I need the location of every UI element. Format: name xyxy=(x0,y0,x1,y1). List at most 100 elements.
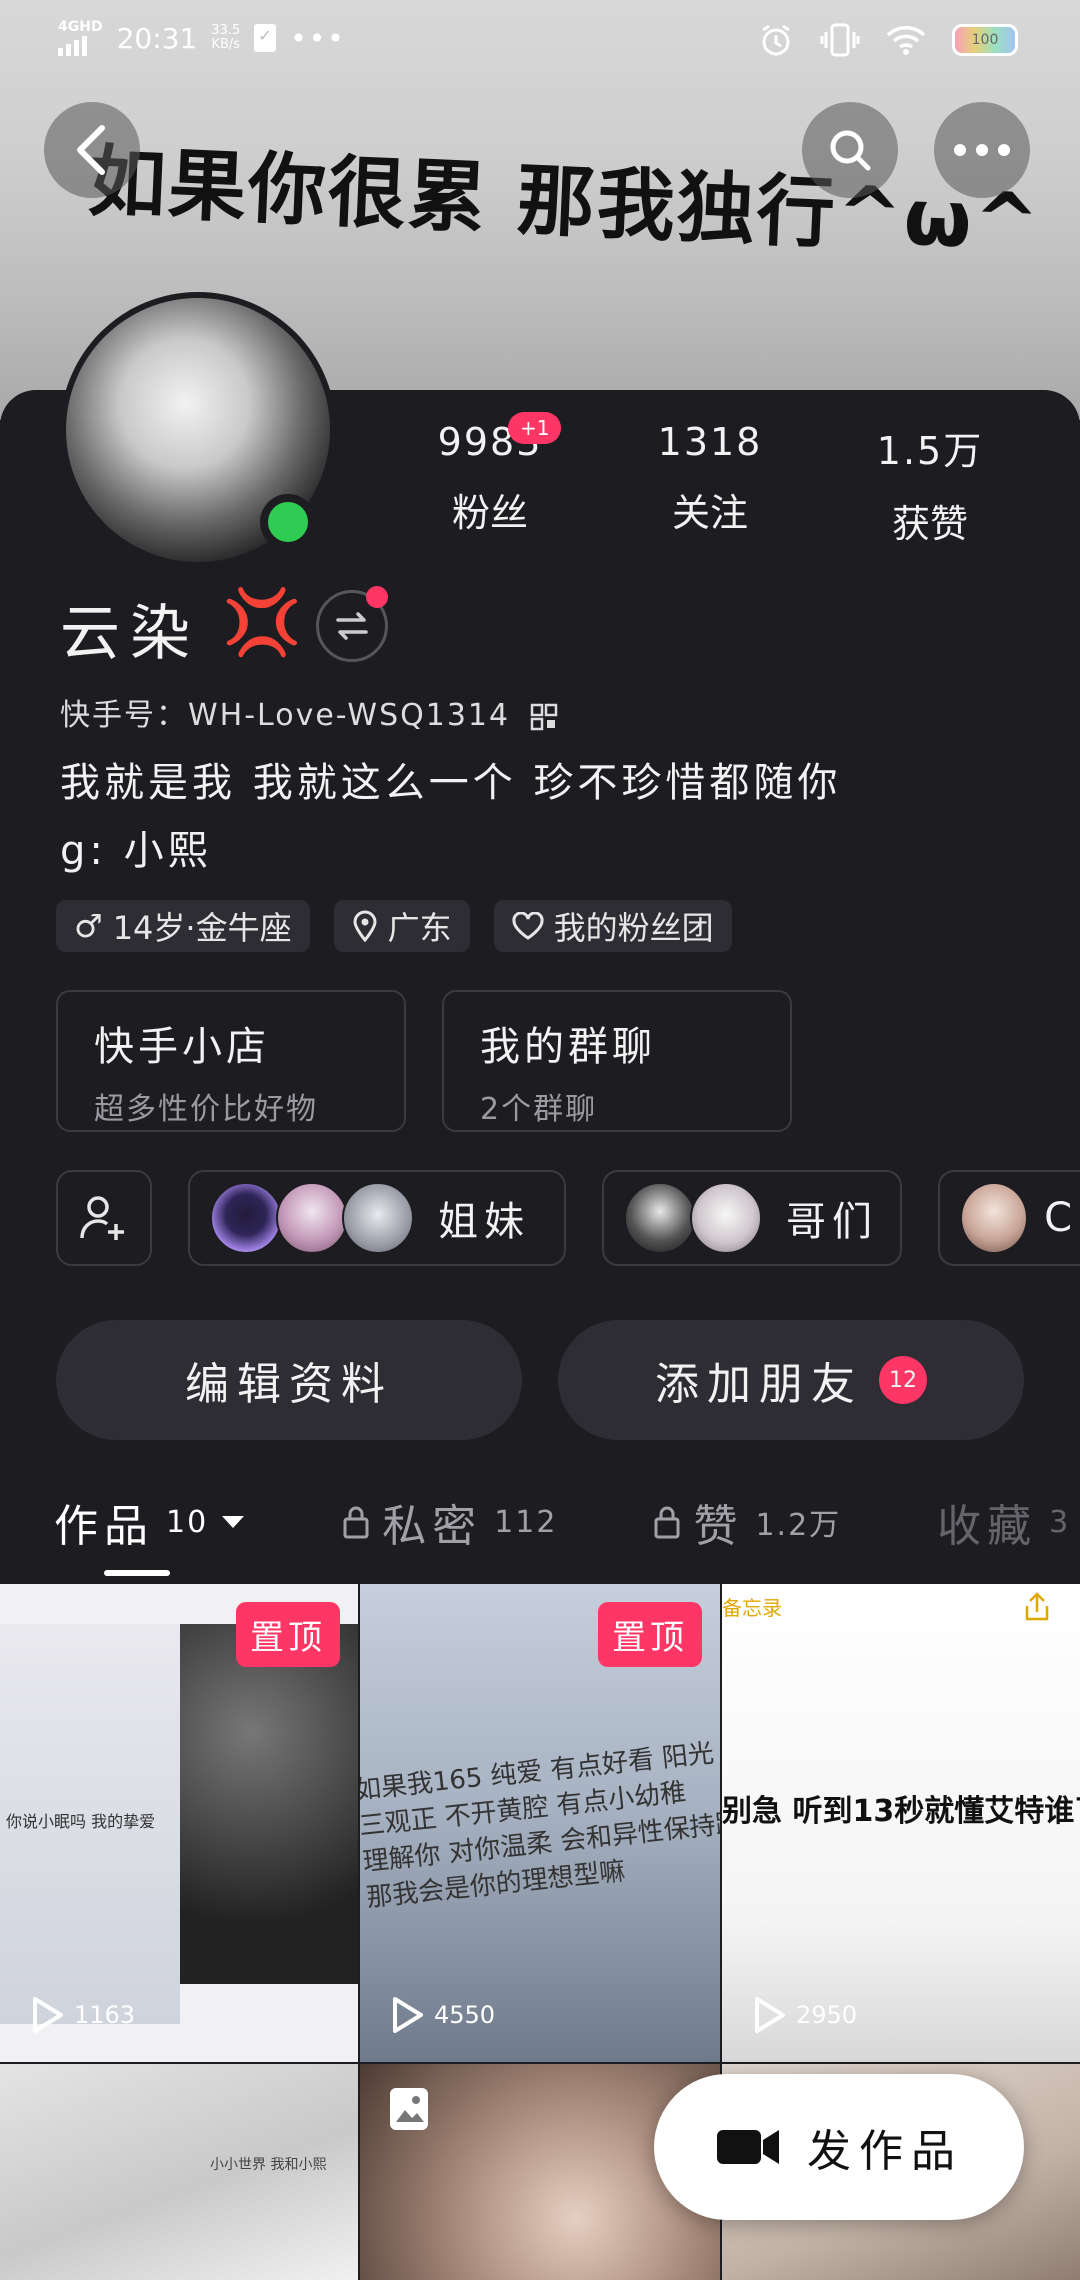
video-thumbnail[interactable]: 如果我165 纯爱 有点好看 阳光 三观正 不开黄腔 有点小幼稚 理解你 对你温… xyxy=(360,1584,720,2062)
shop-subtitle: 超多性价比好物 xyxy=(94,1092,318,1127)
video-thumbnail[interactable]: 你说小眠吗 我的挚爱 置顶 1163 xyxy=(0,1584,358,2062)
alarm-icon xyxy=(762,24,790,56)
likes-count: 1.5万 xyxy=(876,429,984,473)
group-label: 哥们 xyxy=(786,1199,878,1245)
group-sisters[interactable]: 姐妹 xyxy=(188,1170,566,1266)
group-avatar xyxy=(342,1182,414,1254)
play-count: 2950 xyxy=(752,1996,857,2034)
shop-entry[interactable]: 快手小店 超多性价比好物 xyxy=(56,990,406,1132)
net-speed-unit: KB/s xyxy=(211,37,241,52)
group-avatar xyxy=(276,1182,348,1254)
more-notifications-icon: ••• xyxy=(290,21,346,55)
group-avatar xyxy=(624,1182,696,1254)
play-count-value: 4550 xyxy=(434,2001,496,2029)
bio-line-2: g: 小熙 xyxy=(60,828,212,874)
vibrate-icon xyxy=(820,23,860,57)
tag-location-text: 广东 xyxy=(387,909,452,947)
anger-emoji-icon: 💢 xyxy=(222,586,302,660)
tab-liked-count: 1.2万 xyxy=(755,1508,842,1543)
stat-followers[interactable]: 9983 粉丝 +1 xyxy=(380,412,600,548)
stat-likes[interactable]: 1.5万 获赞 xyxy=(820,420,1040,548)
lock-icon xyxy=(343,1506,369,1539)
tab-private-count: 112 xyxy=(494,1504,558,1540)
group-chat-subtitle: 2个群聊 xyxy=(480,1092,598,1127)
back-button[interactable] xyxy=(44,102,140,198)
pinned-badge: 置顶 xyxy=(236,1602,340,1667)
more-icon xyxy=(954,144,1010,156)
search-button[interactable] xyxy=(802,102,898,198)
memo-header: 备忘录 xyxy=(722,1596,782,1620)
add-friend-button[interactable]: 添加朋友 12 xyxy=(558,1320,1024,1440)
back-arrow-icon xyxy=(77,125,105,175)
switch-account-notification-dot xyxy=(366,586,388,608)
swap-icon xyxy=(336,612,368,640)
tab-favorites[interactable]: 收藏 3 xyxy=(937,1490,1070,1554)
net-speed-value: 33.5 xyxy=(211,23,241,38)
video-caption: 你说小眠吗 我的挚爱 xyxy=(6,1812,156,1831)
friend-groups: 姐妹 哥们 C xyxy=(56,1170,1080,1266)
group-avatar xyxy=(690,1182,762,1254)
group-avatar xyxy=(960,1182,1029,1254)
tag-fan-club-text: 我的粉丝团 xyxy=(553,909,714,947)
tab-private-label: 私密 xyxy=(382,1501,483,1552)
stat-following[interactable]: 1318 关注 xyxy=(600,420,820,548)
lock-icon xyxy=(654,1506,680,1539)
stats-row: 9983 粉丝 +1 1318 关注 1.5万 获赞 xyxy=(380,412,1040,548)
tag-location[interactable]: 广东 xyxy=(333,900,470,952)
play-count: 4550 xyxy=(390,1996,495,2034)
add-friend-badge: 12 xyxy=(879,1356,927,1404)
likes-label: 获赞 xyxy=(891,502,968,546)
tab-liked[interactable]: 赞 1.2万 xyxy=(653,1490,841,1554)
net-speed: 33.5 KB/s xyxy=(211,24,240,52)
tag-fan-club[interactable]: 我的粉丝团 xyxy=(493,900,732,952)
post-work-button[interactable]: 发作品 xyxy=(654,2074,1024,2220)
edit-profile-button[interactable]: 编辑资料 xyxy=(56,1320,522,1440)
group-chat-title: 我的群聊 xyxy=(480,1024,656,1070)
post-work-label: 发作品 xyxy=(807,2126,963,2177)
group-chat-entry[interactable]: 我的群聊 2个群聊 xyxy=(442,990,792,1132)
play-icon xyxy=(755,1997,785,2033)
group-label: C xyxy=(1044,1195,1078,1241)
tag-age[interactable]: ♂ 14岁·金牛座 xyxy=(56,900,310,952)
tab-works-count: 10 xyxy=(166,1504,209,1540)
profile-tags: ♂ 14岁·金牛座 广东 我的粉丝团 xyxy=(56,900,732,952)
tag-age-text: 14岁·金牛座 xyxy=(112,909,292,947)
bio-line-1: 我就是我 我就这么一个 珍不珍惜都随你 xyxy=(60,760,842,806)
group-brothers[interactable]: 哥们 xyxy=(602,1170,902,1266)
edit-profile-label: 编辑资料 xyxy=(185,1359,393,1410)
clipboard-icon xyxy=(254,24,277,52)
video-caption: 别急 听到13秒就懂艾特谁了 xyxy=(722,1794,1080,1829)
profile-name: 云染 xyxy=(60,599,200,669)
group-third[interactable]: C xyxy=(938,1170,1080,1266)
play-icon xyxy=(393,1997,423,2033)
add-friend-label: 添加朋友 xyxy=(655,1359,863,1410)
video-thumbnail[interactable]: 备忘录 别急 听到13秒就懂艾特谁了 2950 xyxy=(722,1584,1080,2062)
pinned-badge: 置顶 xyxy=(598,1602,702,1667)
thumb-right-panel xyxy=(180,1624,358,1984)
chevron-down-icon xyxy=(222,1516,245,1528)
followers-label: 粉丝 xyxy=(451,491,528,535)
group-avatar xyxy=(210,1182,282,1254)
group-label: 姐妹 xyxy=(438,1199,530,1245)
heart-icon xyxy=(512,912,544,940)
add-group-button[interactable] xyxy=(56,1170,152,1266)
status-bar: 4GHD 20:31 33.5 KB/s ••• 100 xyxy=(0,0,1080,80)
share-icon xyxy=(1025,1592,1049,1621)
male-icon: ♂ xyxy=(74,907,103,945)
more-button[interactable] xyxy=(934,102,1030,198)
clock: 20:31 xyxy=(116,21,198,55)
tab-private[interactable]: 私密 112 xyxy=(342,1490,557,1554)
tab-works[interactable]: 作品 10 xyxy=(54,1490,246,1554)
banner-text: 如果你很累 那我独行^ω^ xyxy=(86,137,1043,269)
photo-icon xyxy=(390,2088,428,2130)
kuaishou-id-text: 快手号：WH-Love-WSQ1314 xyxy=(60,698,511,733)
video-caption: 小小世界 我和小熙 xyxy=(210,2157,327,2173)
add-user-icon xyxy=(80,1196,124,1240)
active-tab-indicator xyxy=(104,1570,170,1576)
content-tabs: 作品 10 私密 112 赞 1.2万 收藏 3 xyxy=(54,1490,1080,1554)
search-icon xyxy=(830,130,871,171)
qr-code-icon xyxy=(530,703,557,730)
video-thumbnail[interactable]: 小小世界 我和小熙 xyxy=(0,2064,358,2280)
kuaishou-id[interactable]: 快手号：WH-Love-WSQ1314 xyxy=(60,690,558,734)
following-label: 关注 xyxy=(671,491,748,535)
